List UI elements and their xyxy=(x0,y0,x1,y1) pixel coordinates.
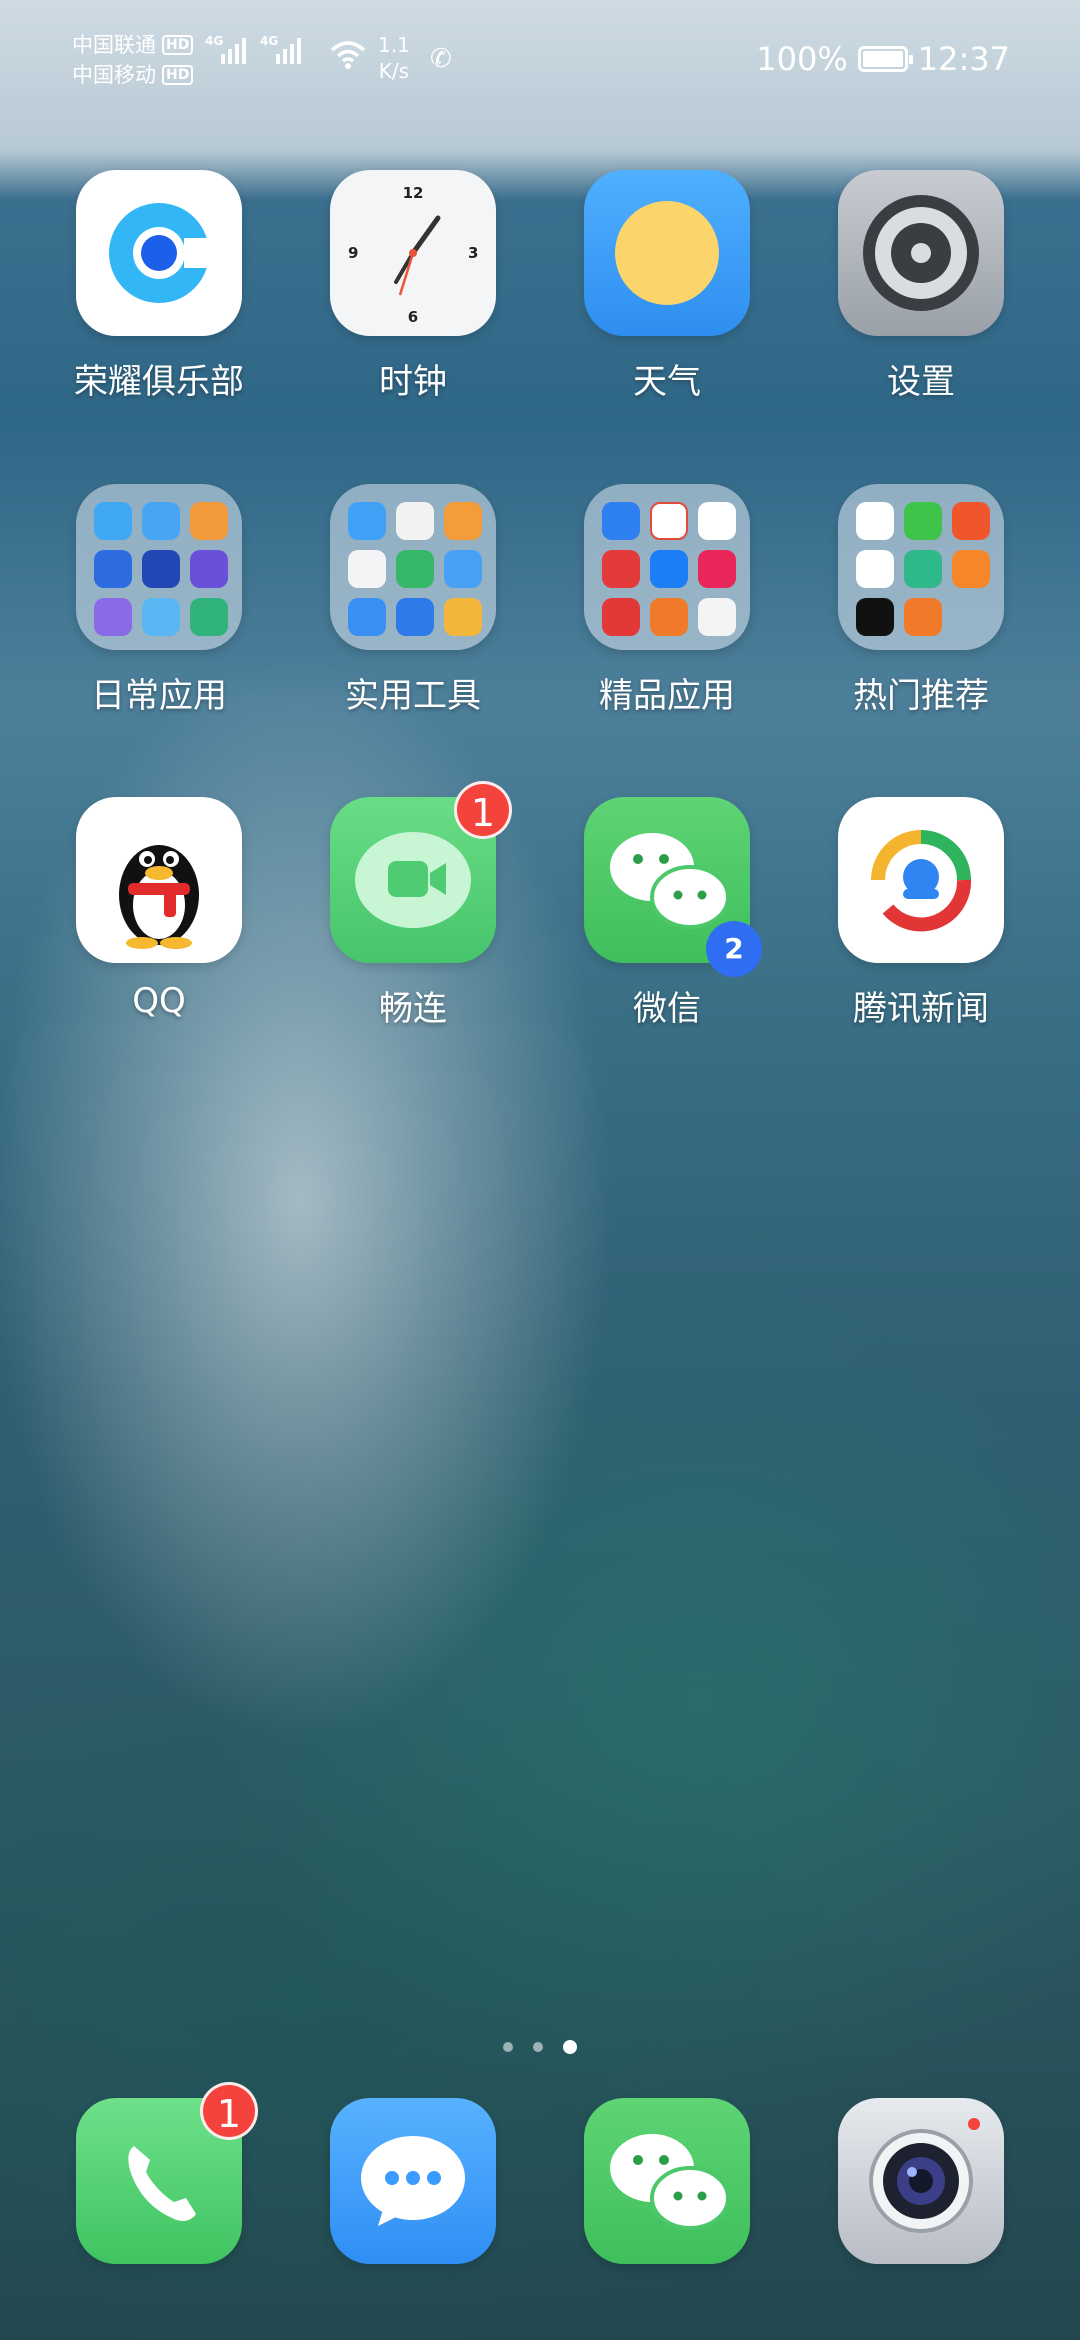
folder-icon xyxy=(584,484,750,650)
notification-badge: 1 xyxy=(454,781,512,839)
app-label: 天气 xyxy=(633,362,701,402)
app-label: 日常应用 xyxy=(91,676,227,716)
folder-hot-picks[interactable]: 热门推荐 xyxy=(821,484,1021,717)
app-clock[interactable]: 12 3 6 9 时钟 xyxy=(313,170,513,403)
app-label: 热门推荐 xyxy=(853,676,989,716)
signal-icon: 4G xyxy=(260,34,301,64)
carrier-info: 中国联通 HD 中国移动 HD xyxy=(72,30,194,90)
dock-wechat[interactable] xyxy=(567,2098,767,2264)
app-label: 精品应用 xyxy=(599,676,735,716)
app-label: 实用工具 xyxy=(345,676,481,716)
app-label: 腾讯新闻 xyxy=(853,989,989,1029)
wechat-icon: 2 xyxy=(584,797,762,977)
folder-icon xyxy=(330,484,496,650)
app-label: 设置 xyxy=(887,362,955,402)
folder-daily-apps[interactable]: 日常应用 xyxy=(59,484,259,717)
app-label: 微信 xyxy=(633,989,701,1029)
clock-numeral: 6 xyxy=(407,308,419,326)
missed-call-icon: ✆ xyxy=(430,44,452,74)
signal-icon: 4G xyxy=(205,34,246,64)
app-changlian[interactable]: 1 畅连 xyxy=(313,781,513,1030)
app-wechat[interactable]: 2 微信 xyxy=(567,797,767,1030)
app-label: 时钟 xyxy=(379,362,447,402)
page-dot[interactable] xyxy=(503,2042,513,2052)
battery-icon xyxy=(857,46,913,72)
app-twin-badge: 2 xyxy=(706,921,762,977)
clock-numeral: 12 xyxy=(402,184,424,202)
honor-club-icon xyxy=(76,170,242,336)
app-settings[interactable]: 设置 xyxy=(821,170,1021,403)
folder-utility-tools[interactable]: 实用工具 xyxy=(313,484,513,717)
page-dot[interactable] xyxy=(563,2040,577,2054)
video-call-icon: 1 xyxy=(330,781,512,963)
page-dot[interactable] xyxy=(533,2042,543,2052)
app-tencent-news[interactable]: 腾讯新闻 xyxy=(821,797,1021,1030)
dock-messages[interactable] xyxy=(313,2098,513,2264)
clock-icon: 12 3 6 9 xyxy=(330,170,496,336)
hd-badge: HD xyxy=(162,35,194,55)
app-label: 荣耀俱乐部 xyxy=(74,362,244,402)
page-indicator[interactable] xyxy=(0,2040,1080,2054)
folder-icon xyxy=(838,484,1004,650)
signal-indicators: 4G 4G xyxy=(205,34,301,64)
carrier-1: 中国联通 xyxy=(72,33,156,57)
clock-numeral: 9 xyxy=(348,244,359,262)
gear-icon xyxy=(838,170,1004,336)
qq-penguin-icon xyxy=(76,797,242,963)
app-label: QQ xyxy=(132,981,186,1021)
dock-phone[interactable]: 1 xyxy=(59,2082,259,2264)
tencent-news-icon xyxy=(838,797,1004,963)
hd-badge: HD xyxy=(162,65,194,85)
dock-camera[interactable] xyxy=(821,2098,1021,2264)
battery-percent: 100% xyxy=(756,40,848,78)
battery-time: 100% 12:37 xyxy=(756,40,1010,78)
network-speed: 1.1 K/s xyxy=(378,33,410,83)
wechat-icon xyxy=(584,2098,750,2264)
app-qq[interactable]: QQ xyxy=(59,797,259,1021)
notification-badge: 1 xyxy=(200,2082,258,2140)
phone-icon: 1 xyxy=(76,2082,258,2264)
app-honor-club[interactable]: 荣耀俱乐部 xyxy=(59,170,259,403)
camera-icon xyxy=(838,2098,1004,2264)
message-icon xyxy=(330,2098,496,2264)
app-label: 畅连 xyxy=(379,989,447,1029)
clock-time: 12:37 xyxy=(917,40,1010,78)
folder-premium-apps[interactable]: 精品应用 xyxy=(567,484,767,717)
status-bar: 中国联通 HD 中国移动 HD 4G 4G 1.1 K/s ✆ 100% 12:37 xyxy=(0,0,1080,120)
weather-icon xyxy=(584,170,750,336)
folder-icon xyxy=(76,484,242,650)
clock-numeral: 3 xyxy=(468,244,479,262)
app-weather[interactable]: 天气 xyxy=(567,170,767,403)
wifi-icon xyxy=(330,41,366,69)
carrier-2: 中国移动 xyxy=(72,63,156,87)
